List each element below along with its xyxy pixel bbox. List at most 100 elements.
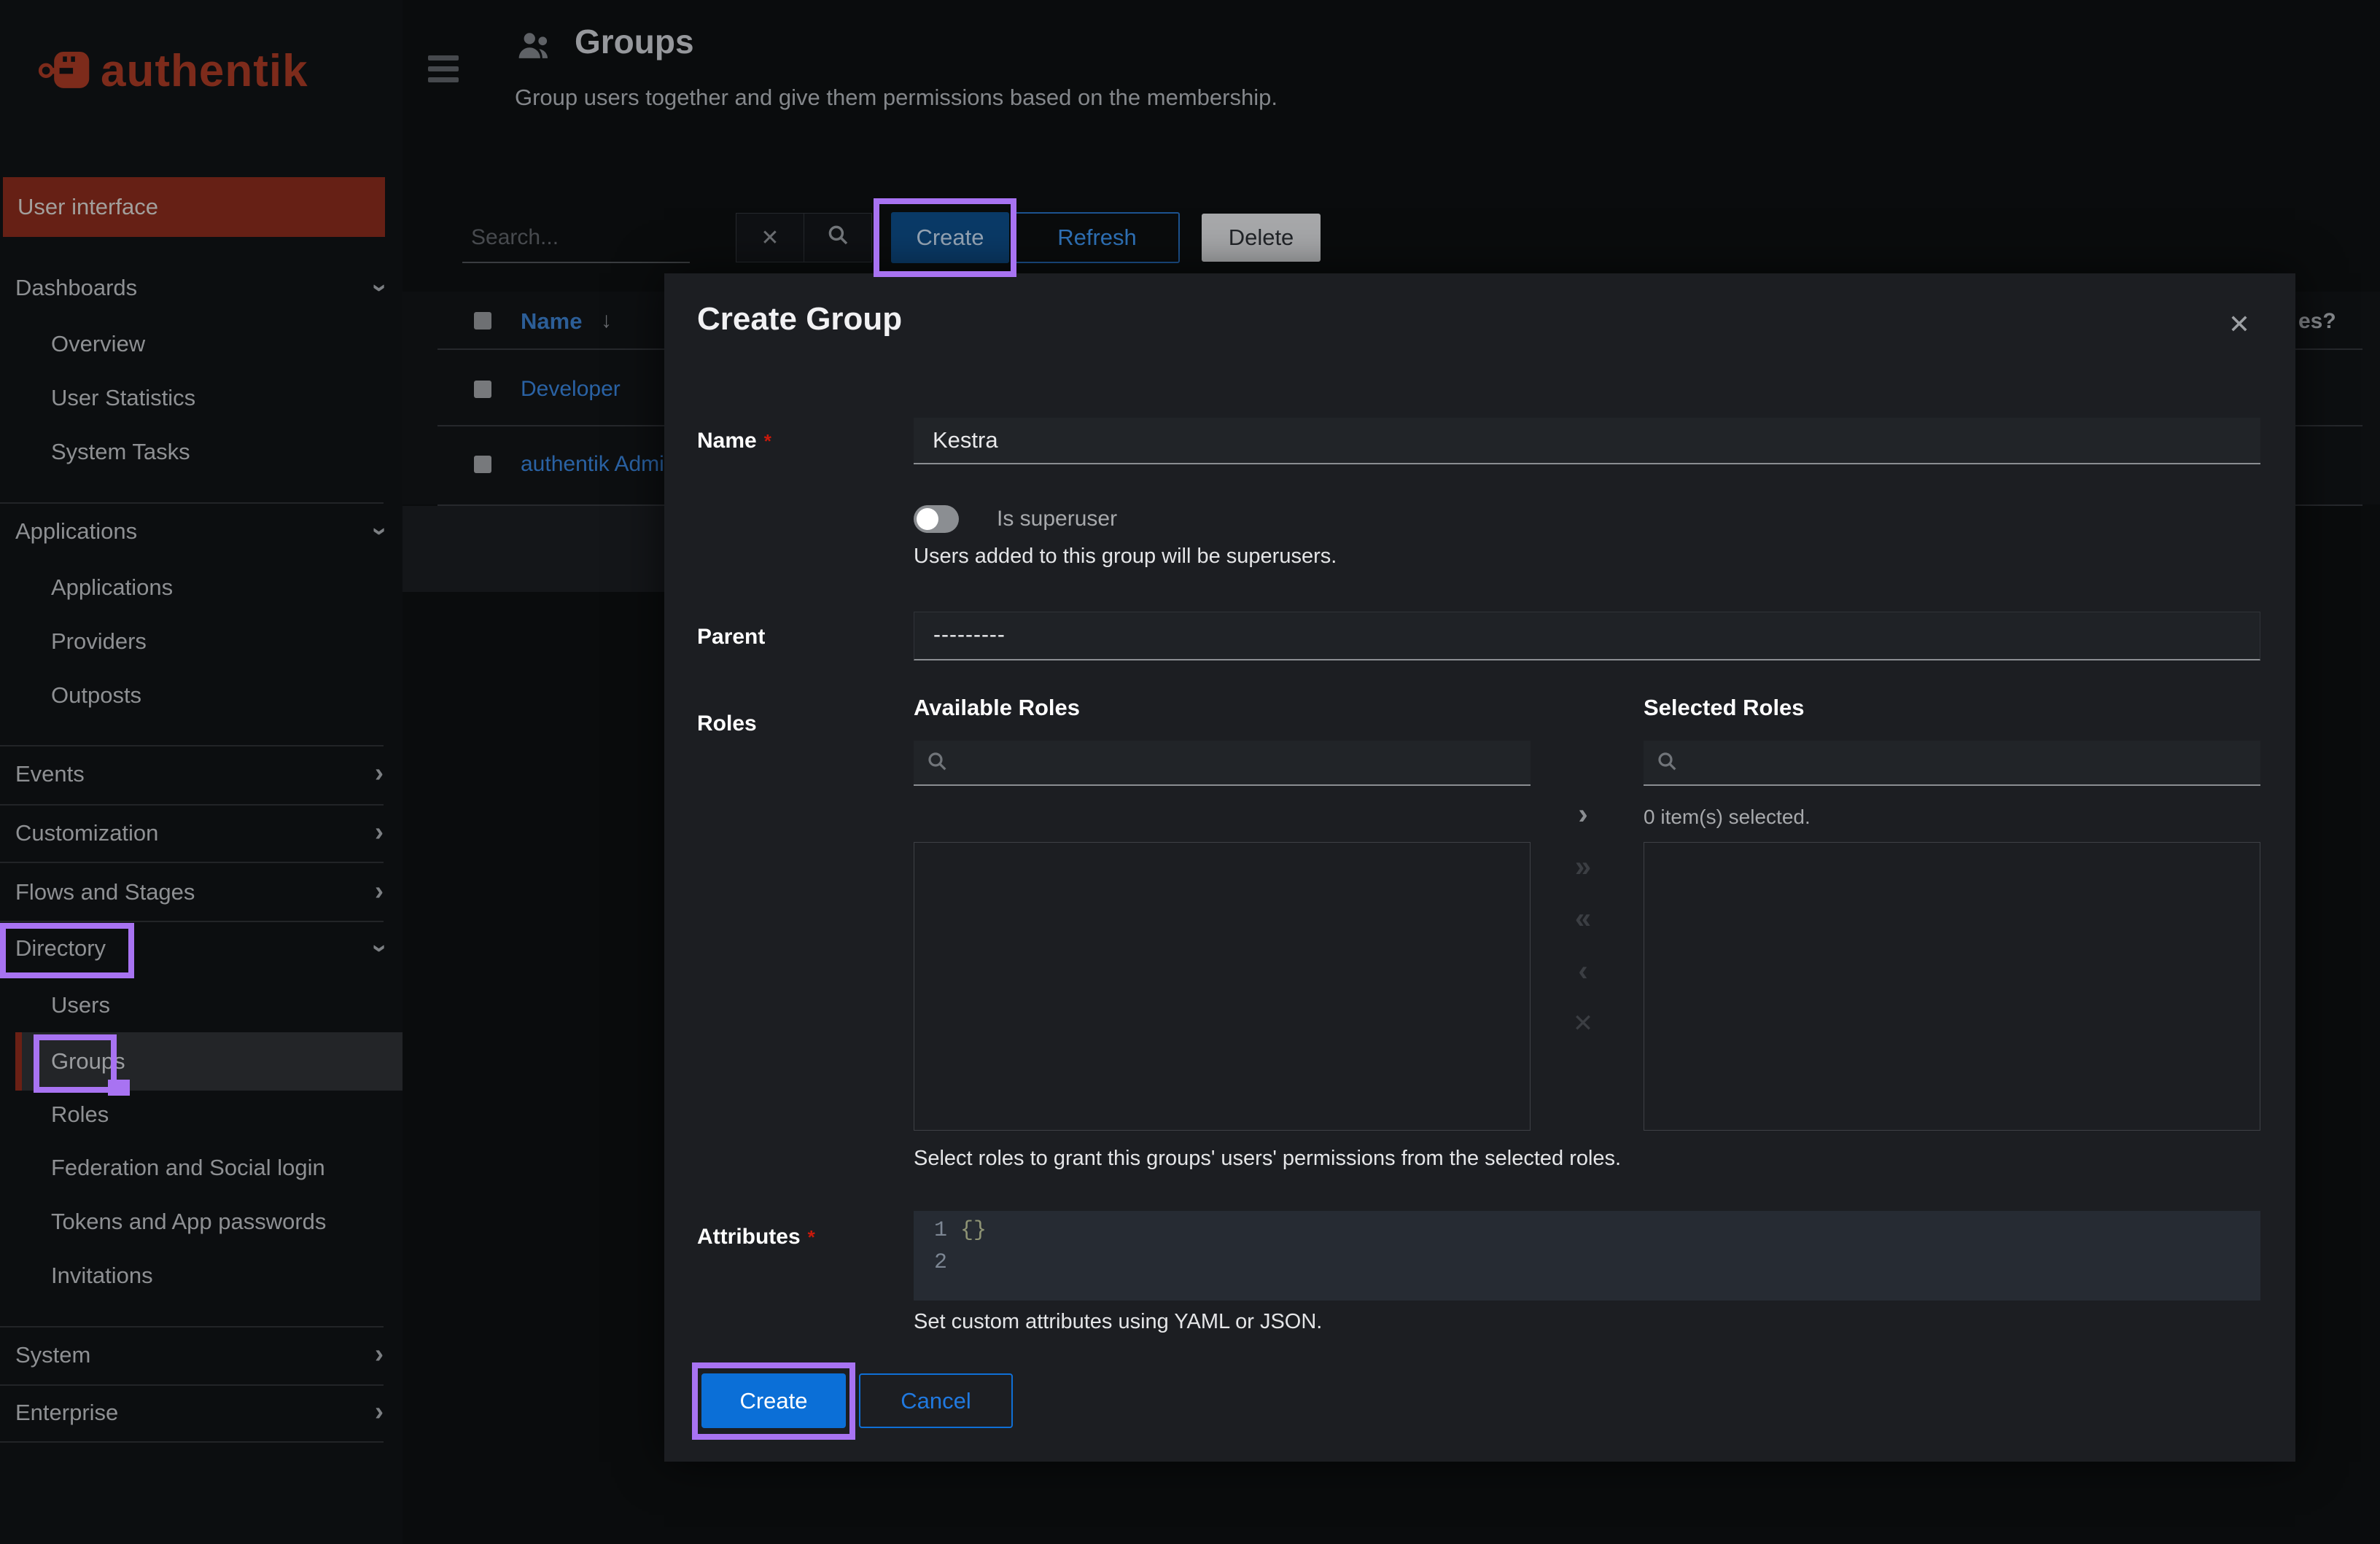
user-interface-banner[interactable]: User interface [3, 177, 385, 237]
sidebar-divider [0, 502, 384, 504]
annotation-box-groups [34, 1034, 117, 1093]
row-checkbox[interactable] [474, 456, 491, 473]
required-asterisk: * [763, 430, 771, 452]
sidebar-item-outposts[interactable]: Outposts [0, 668, 402, 722]
chevron-right-icon: › [375, 816, 384, 846]
attributes-help-text: Set custom attributes using YAML or JSON… [914, 1310, 1323, 1333]
sidebar-item-overview[interactable]: Overview [0, 317, 402, 371]
delete-button[interactable]: Delete [1202, 214, 1321, 262]
available-roles-title: Available Roles [914, 695, 1081, 720]
transfer-clear-icon[interactable]: ✕ [1561, 1003, 1605, 1044]
authentik-logo-icon [38, 42, 92, 100]
search-button[interactable] [804, 213, 872, 262]
attributes-field-label: Attributes * [697, 1225, 815, 1249]
required-asterisk: * [807, 1226, 815, 1248]
refresh-button[interactable]: Refresh [1014, 212, 1180, 263]
transfer-add-all-icon[interactable]: » [1561, 846, 1605, 887]
sidebar-item-invitations[interactable]: Invitations [0, 1249, 402, 1303]
sidebar: authentik User interface Dashboards › Ov… [0, 0, 402, 1544]
modal-title: Create Group [697, 301, 903, 337]
sidebar-item-events[interactable]: Events › [0, 747, 402, 801]
available-roles-listbox[interactable] [914, 842, 1531, 1131]
search-icon [1655, 749, 1679, 776]
chevron-right-icon: › [375, 1396, 384, 1426]
search-icon [925, 749, 949, 776]
chevron-right-icon: › [375, 1338, 384, 1368]
toggle-knob [917, 508, 938, 530]
sidebar-divider [0, 1441, 384, 1443]
attributes-code-editor[interactable]: 1 2 {} [914, 1211, 2260, 1301]
app-root: authentik User interface Dashboards › Ov… [0, 0, 2380, 1544]
chevron-right-icon: › [375, 757, 384, 787]
is-superuser-toggle[interactable] [914, 505, 959, 533]
page-title: Groups [575, 23, 694, 61]
roles-field-label: Roles [697, 711, 757, 736]
sidebar-item-tokens[interactable]: Tokens and App passwords [0, 1195, 402, 1249]
annotation-box-directory [0, 923, 134, 978]
sidebar-item-system-tasks[interactable]: System Tasks [0, 425, 402, 479]
transfer-remove-all-icon[interactable]: « [1561, 898, 1605, 939]
selected-roles-search-input[interactable] [1644, 741, 2260, 786]
parent-select[interactable]: --------- [914, 612, 2260, 660]
search-icon [825, 222, 850, 253]
chevron-right-icon: › [375, 876, 384, 905]
sidebar-item-roles[interactable]: Roles [0, 1088, 402, 1142]
editor-code-content: {} [960, 1218, 987, 1243]
brand-logo-text: authentik [101, 46, 308, 96]
groups-page-icon [515, 26, 554, 69]
clear-search-button[interactable]: ✕ [736, 213, 804, 262]
sidebar-item-providers[interactable]: Providers [0, 615, 402, 668]
sidebar-item-enterprise[interactable]: Enterprise › [0, 1386, 402, 1440]
sidebar-item-customization[interactable]: Customization › [0, 806, 402, 860]
select-all-checkbox[interactable] [474, 312, 491, 330]
is-superuser-label: Is superuser [997, 507, 1118, 531]
modal-close-button[interactable]: ✕ [2217, 303, 2261, 346]
page-subtitle: Group users together and give them permi… [515, 85, 1278, 110]
selected-roles-listbox[interactable] [1644, 842, 2260, 1131]
annotation-tab-groups [108, 1080, 130, 1096]
annotation-box-toolbar-create [874, 198, 1016, 277]
modal-cancel-button[interactable]: Cancel [859, 1373, 1013, 1428]
search-input[interactable] [462, 214, 690, 263]
row-checkbox[interactable] [474, 381, 491, 398]
chevron-down-icon: › [366, 944, 396, 953]
editor-line-number: 2 [933, 1250, 947, 1275]
annotation-box-modal-create [692, 1362, 855, 1440]
name-column-header[interactable]: Name [521, 308, 582, 335]
name-input-value: Kestra [933, 427, 998, 453]
create-group-modal: Create Group ✕ Name * Kestra Is superuser… [664, 273, 2295, 1462]
brand-logo: authentik [38, 42, 308, 100]
close-icon: ✕ [761, 225, 779, 250]
hamburger-menu-icon[interactable] [428, 66, 459, 71]
transfer-add-icon[interactable]: › [1561, 794, 1605, 835]
sort-descending-icon[interactable]: ↓ [601, 308, 612, 333]
group-link-authentik-admins[interactable]: authentik Admin [521, 452, 676, 477]
parent-field-label: Parent [697, 625, 766, 649]
name-field-label: Name * [697, 429, 771, 453]
available-roles-search-input[interactable] [914, 741, 1531, 786]
name-input[interactable]: Kestra [914, 418, 2260, 464]
transfer-remove-icon[interactable]: ‹ [1561, 951, 1605, 991]
sidebar-item-applications[interactable]: Applications › [0, 504, 402, 558]
superuser-help-text: Users added to this group will be superu… [914, 545, 1337, 568]
group-link-developer[interactable]: Developer [521, 377, 621, 402]
roles-help-text: Select roles to grant this groups' users… [914, 1147, 1622, 1170]
sidebar-item-applications-sub[interactable]: Applications [0, 561, 402, 615]
hamburger-menu-icon[interactable] [428, 77, 459, 82]
sidebar-item-flows-and-stages[interactable]: Flows and Stages › [0, 865, 402, 919]
user-interface-banner-label: User interface [18, 194, 158, 219]
hamburger-menu-icon[interactable] [428, 55, 459, 61]
sidebar-item-users[interactable]: Users [0, 978, 402, 1032]
chevron-down-icon: › [366, 527, 396, 536]
close-icon: ✕ [2228, 309, 2251, 339]
selected-count-text: 0 item(s) selected. [1644, 806, 1811, 828]
sidebar-item-user-statistics[interactable]: User Statistics [0, 371, 402, 425]
sidebar-item-federation[interactable]: Federation and Social login [0, 1141, 402, 1195]
editor-line-number: 1 [933, 1218, 947, 1243]
selected-roles-title: Selected Roles [1644, 695, 1805, 720]
sidebar-divider [0, 1326, 384, 1327]
parent-select-value: --------- [933, 623, 1006, 647]
superuser-column-header-clipped: es? [2298, 309, 2336, 333]
sidebar-item-system[interactable]: System › [0, 1328, 402, 1382]
sidebar-item-dashboards[interactable]: Dashboards › [0, 261, 402, 315]
